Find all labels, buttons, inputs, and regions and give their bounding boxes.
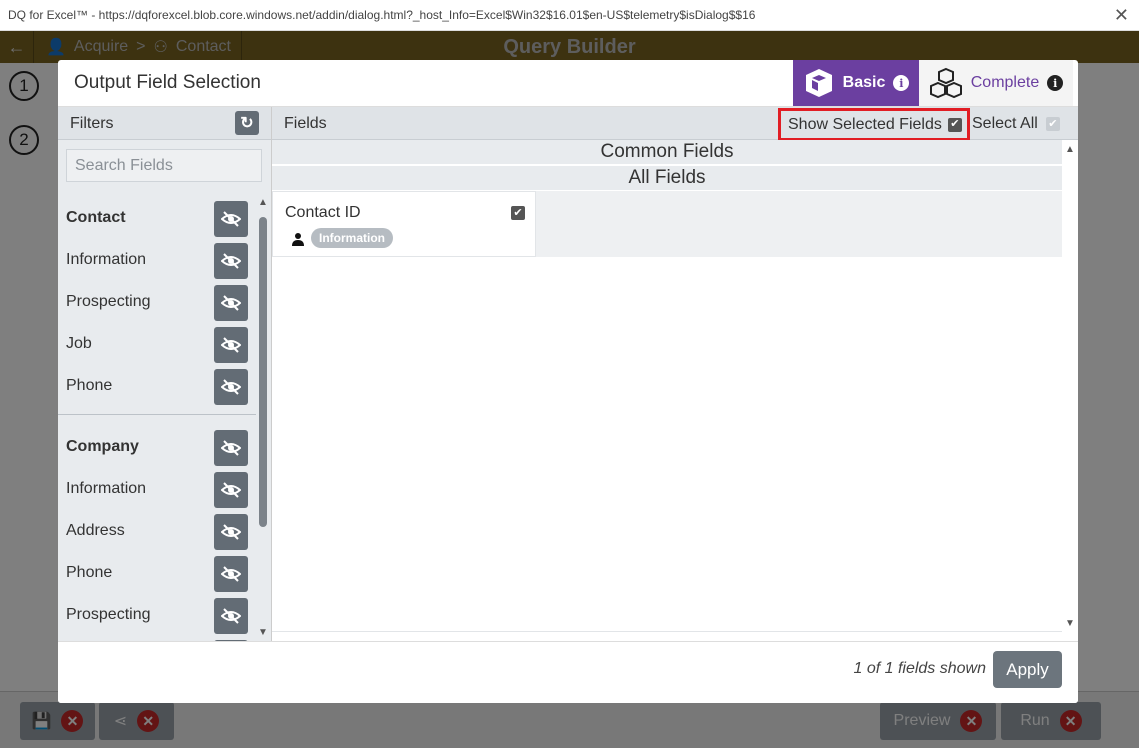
scroll-up-icon[interactable]: ▲ — [258, 197, 268, 208]
select-all-toggle[interactable]: Select All ✔ — [972, 115, 1060, 133]
info-icon[interactable]: i — [893, 75, 910, 91]
filter-item-company-phone[interactable]: Phone — [58, 553, 256, 595]
fields-scrollbar[interactable]: ▲ ▼ — [1062, 140, 1078, 641]
filter-item-contact-information[interactable]: Information — [58, 240, 256, 282]
field-tag-badge: Information — [311, 228, 393, 248]
fields-header: Fields Show Selected Fields ✔ Select All… — [272, 107, 1078, 141]
dialog-header: Output Field Selection Basic i Complete … — [58, 60, 1078, 107]
filter-group-label: Contact — [66, 209, 126, 226]
filter-item-label: Prospecting — [66, 293, 151, 310]
dialog-title: Output Field Selection — [74, 72, 261, 93]
hide-eye-icon[interactable] — [214, 243, 248, 279]
filter-item-label: Prospecting — [66, 606, 151, 623]
hide-eye-icon[interactable] — [214, 556, 248, 592]
fields-panel: Fields Show Selected Fields ✔ Select All… — [272, 107, 1078, 641]
cubes-icon — [929, 67, 962, 99]
scroll-down-icon[interactable]: ▼ — [1065, 618, 1075, 629]
filters-title: Filters — [70, 115, 114, 132]
complete-label: Complete — [970, 74, 1040, 91]
scroll-thumb[interactable] — [259, 217, 267, 527]
filter-item-company-information[interactable]: Information — [58, 469, 256, 511]
hide-eye-icon[interactable] — [214, 369, 248, 405]
filter-item-contact-prospecting[interactable]: Prospecting — [58, 282, 256, 324]
section-all-fields: All Fields — [272, 166, 1062, 190]
search-fields-input[interactable] — [66, 149, 262, 182]
basic-label: Basic — [842, 74, 886, 91]
filters-panel: Filters ↻ Contact Information Prospectin… — [58, 107, 272, 641]
field-checkbox[interactable]: ✔ — [511, 206, 525, 220]
hide-eye-icon[interactable] — [214, 430, 248, 466]
filter-group-contact[interactable]: Contact — [58, 198, 256, 240]
field-row-fill — [536, 191, 1062, 257]
apply-button[interactable]: Apply — [993, 651, 1062, 688]
show-selected-checkbox[interactable]: ✔ — [947, 117, 962, 132]
filter-item-label: Information — [66, 251, 147, 268]
info-icon[interactable]: i — [1047, 75, 1064, 91]
select-all-label: Select All — [972, 115, 1038, 132]
filter-item-contact-phone[interactable]: Phone — [58, 366, 256, 408]
filter-item-label: Phone — [66, 377, 113, 394]
fields-title: Fields — [284, 115, 327, 132]
filter-group-label: Company — [66, 438, 139, 455]
filter-item-contact-job[interactable]: Job — [58, 324, 256, 366]
hide-eye-icon[interactable] — [214, 201, 248, 237]
field-name: Contact ID — [285, 204, 361, 221]
group-divider — [58, 414, 256, 427]
scroll-up-icon[interactable]: ▲ — [1065, 144, 1075, 155]
fields-count: 1 of 1 fields shown — [853, 660, 986, 677]
hide-eye-icon[interactable] — [214, 598, 248, 634]
refresh-icon[interactable]: ↻ — [235, 111, 259, 135]
window-title: DQ for Excel™ - https://dqforexcel.blob.… — [8, 8, 756, 22]
close-window-icon[interactable]: ✕ — [1114, 5, 1129, 26]
filter-group-company[interactable]: Company — [58, 427, 256, 469]
field-card[interactable]: Contact ID ✔ Information — [272, 191, 536, 257]
basic-toggle-button[interactable]: Basic i — [793, 60, 919, 106]
hide-eye-icon[interactable] — [214, 285, 248, 321]
select-all-checkbox[interactable]: ✔ — [1045, 117, 1060, 131]
filter-list: Contact Information Prospecting Job Phon… — [58, 198, 256, 641]
hide-eye-icon[interactable] — [214, 514, 248, 550]
person-icon — [292, 233, 304, 246]
filter-item-company-address[interactable]: Address — [58, 511, 256, 553]
filter-item-label: Information — [66, 480, 147, 497]
list-bottom-border — [272, 631, 1062, 632]
filter-item-label: Address — [66, 522, 125, 539]
filter-item-label: Job — [66, 335, 92, 352]
hide-eye-icon[interactable] — [214, 472, 248, 508]
complete-toggle-button[interactable]: Complete i — [919, 60, 1073, 106]
filter-item-label: Phone — [66, 564, 113, 581]
section-common-fields: Common Fields — [272, 140, 1062, 164]
filters-scrollbar[interactable]: ▲ ▼ — [256, 195, 270, 639]
output-field-selection-dialog: Output Field Selection Basic i Complete … — [58, 60, 1078, 703]
filter-item-company-prospecting[interactable]: Prospecting — [58, 595, 256, 637]
scroll-down-icon[interactable]: ▼ — [258, 627, 268, 638]
filters-header: Filters ↻ — [58, 107, 271, 140]
show-selected-label: Show Selected Fields — [788, 115, 942, 133]
show-selected-fields-toggle[interactable]: Show Selected Fields ✔ — [778, 108, 970, 141]
hide-eye-icon[interactable] — [214, 327, 248, 363]
dialog-footer: 1 of 1 fields shown Apply — [58, 641, 1078, 703]
cube-icon — [805, 69, 832, 97]
window-title-bar: DQ for Excel™ - https://dqforexcel.blob.… — [0, 0, 1139, 31]
